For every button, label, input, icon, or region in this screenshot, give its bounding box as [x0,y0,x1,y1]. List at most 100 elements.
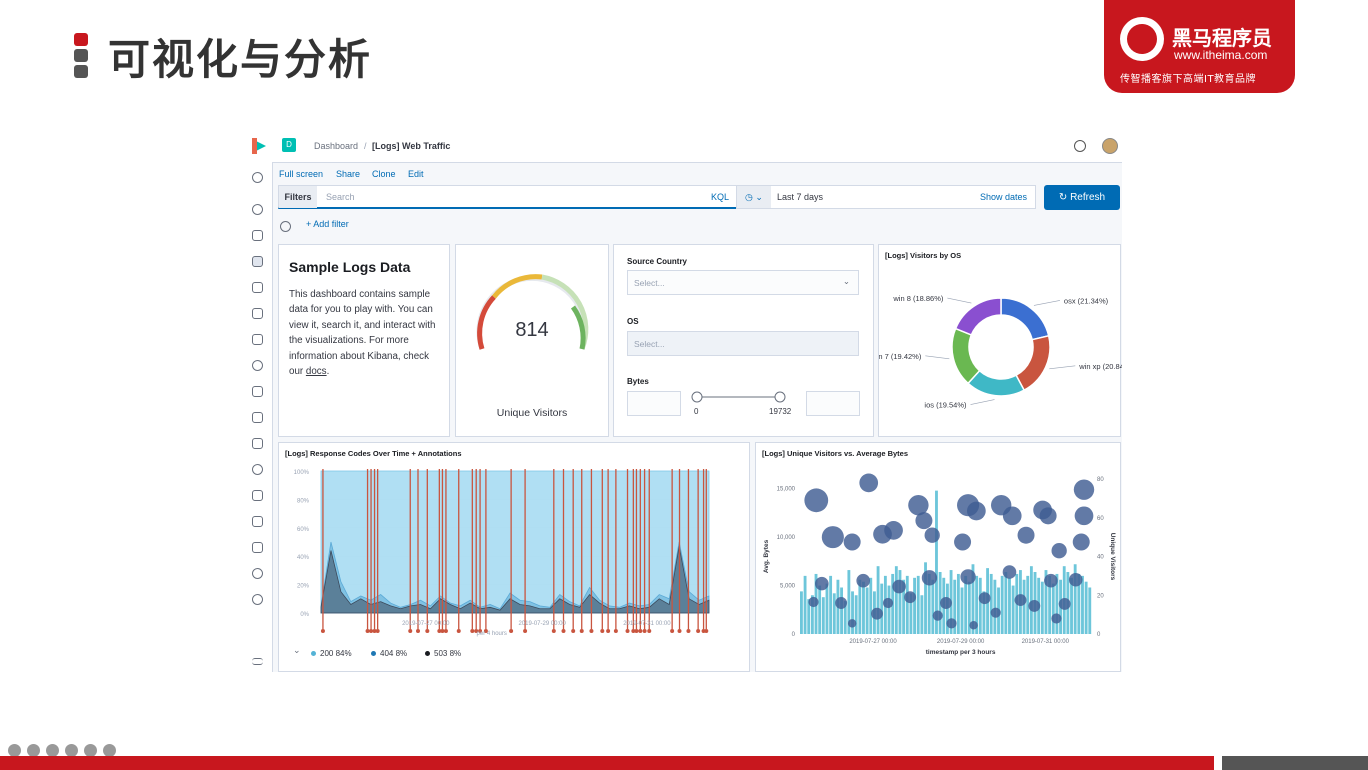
legend-dot-200 [311,651,316,657]
share-link[interactable]: Share [336,169,360,179]
legend-label-503: 503 8% [434,649,462,658]
refresh-label: Refresh [1070,192,1106,203]
bytes-bubble [932,610,943,621]
visitor-bar [978,577,982,634]
visitor-bar [1008,577,1011,634]
apm-icon[interactable] [252,412,263,423]
ml-icon[interactable] [252,334,263,345]
uptime-icon[interactable] [252,438,263,449]
bytes-bubble [1068,572,1083,587]
slider-handle-min[interactable] [691,391,703,403]
bytes-bubble [859,473,879,493]
management-gear-icon[interactable] [252,594,263,605]
side-nav [244,162,273,672]
bytes-bubble [871,607,883,620]
docs-link[interactable]: docs [306,366,327,377]
source-country-select[interactable]: Select... ⌄ [627,270,859,295]
add-filter-link[interactable]: + Add filter [306,219,349,229]
legend-item-503[interactable]: 503 8% [425,649,461,658]
help-icon[interactable] [1074,140,1086,152]
visitor-bar [825,583,829,634]
annotation-marker [561,629,566,633]
canvas-icon[interactable] [252,282,263,293]
legend-label-200: 200 84% [320,649,352,658]
donut-label: osx (21.34%) [1064,296,1109,305]
query-bar[interactable]: Filters Search KQL [278,185,738,209]
visitor-bar [851,591,854,634]
visitor-bar [964,575,968,634]
bytes-bubble [884,520,903,540]
bytes-max-input[interactable] [806,391,860,416]
y2-axis-label: Unique Visitors [1109,533,1116,581]
annotation-marker [686,629,691,633]
filters-label[interactable]: Filters [279,186,317,208]
infrastructure-icon[interactable] [252,360,263,371]
markdown-text: This dashboard contains sample data for … [289,289,436,378]
legend-item-404[interactable]: 404 8% [371,649,407,658]
donut-slice-win-8 [954,297,1002,336]
discover-icon[interactable] [252,204,263,215]
visitor-bar [916,575,920,634]
legend-item-200[interactable]: 200 84% [311,649,352,658]
y-tick-label: 15,000 [777,487,796,493]
visitor-bar [818,585,822,634]
gauge-chart: 814 Unique Visitors [476,274,589,419]
bytes-min-input[interactable] [627,391,681,416]
os-pie-panel: [Logs] Visitors by OS osx (21.34%) win xp… [878,244,1122,437]
visitor-bar [960,587,964,634]
visualize-icon[interactable] [252,230,263,241]
time-picker[interactable]: ◷ ⌄ Last 7 days Show dates [736,185,1036,209]
user-avatar[interactable] [1102,138,1118,154]
x-axis-label: per 4 hours [477,631,507,637]
security-icon[interactable] [252,490,263,501]
annotation-marker [634,629,639,633]
slider-handle-max[interactable] [774,391,786,403]
bytes-bubble [960,569,976,585]
legend-dot-404 [371,651,376,657]
time-range[interactable]: Last 7 days [777,192,823,202]
edit-link[interactable]: Edit [408,169,424,179]
full-screen-link[interactable]: Full screen [279,169,323,179]
kql-toggle[interactable]: KQL [711,192,729,202]
filter-settings-icon[interactable] [280,221,291,232]
collapse-nav-icon[interactable] [252,658,263,665]
space-avatar[interactable]: D [282,138,296,152]
bytes-bubble [815,576,829,591]
dev-tools-icon[interactable] [252,516,263,527]
visitor-bar [829,575,833,634]
maps-icon[interactable] [252,308,263,319]
bytes-slider[interactable] [689,389,789,405]
recent-icon[interactable] [252,172,263,183]
x-tick-label: 2019-07-27 00:00 [849,639,897,645]
bytes-bubble [969,621,978,630]
bytes-bubble [921,570,938,586]
os-select[interactable]: Select... [627,331,859,356]
title-marker [74,33,88,79]
legend-toggle-icon[interactable]: ⌄ [293,645,301,656]
bytes-min-value: 0 [694,407,699,416]
area-series-200 [320,470,710,614]
bytes-bubble [1039,507,1057,525]
annotation-marker [642,629,647,633]
calendar-icon[interactable]: ◷ ⌄ [737,186,771,208]
annotation-marker [408,629,413,633]
legend-label-404: 404 8% [380,649,408,658]
bytes-bubble [1014,594,1027,607]
show-dates-link[interactable]: Show dates [980,192,1027,202]
visitor-bar [905,575,909,634]
siem-icon[interactable] [252,464,263,475]
monitoring-icon[interactable] [252,542,263,553]
x-tick-label: 2019-07-31 00:00 [1022,639,1070,645]
clone-link[interactable]: Clone [372,169,396,179]
visitor-bar [821,597,825,634]
search-input[interactable]: Search [326,192,355,202]
breadcrumb-dashboard[interactable]: Dashboard [314,141,358,151]
visitors-bytes-panel: [Logs] Unique Visitors vs. Average Bytes… [755,442,1121,672]
footer-red-bar [0,756,1214,770]
logs-icon[interactable] [252,386,263,397]
y-tick-label: 100% [294,470,310,476]
bytes-bubble [1058,598,1071,610]
dashboard-icon[interactable] [252,256,263,267]
stack-monitoring-icon[interactable] [252,568,263,579]
refresh-button[interactable]: ↻ Refresh [1044,185,1120,210]
